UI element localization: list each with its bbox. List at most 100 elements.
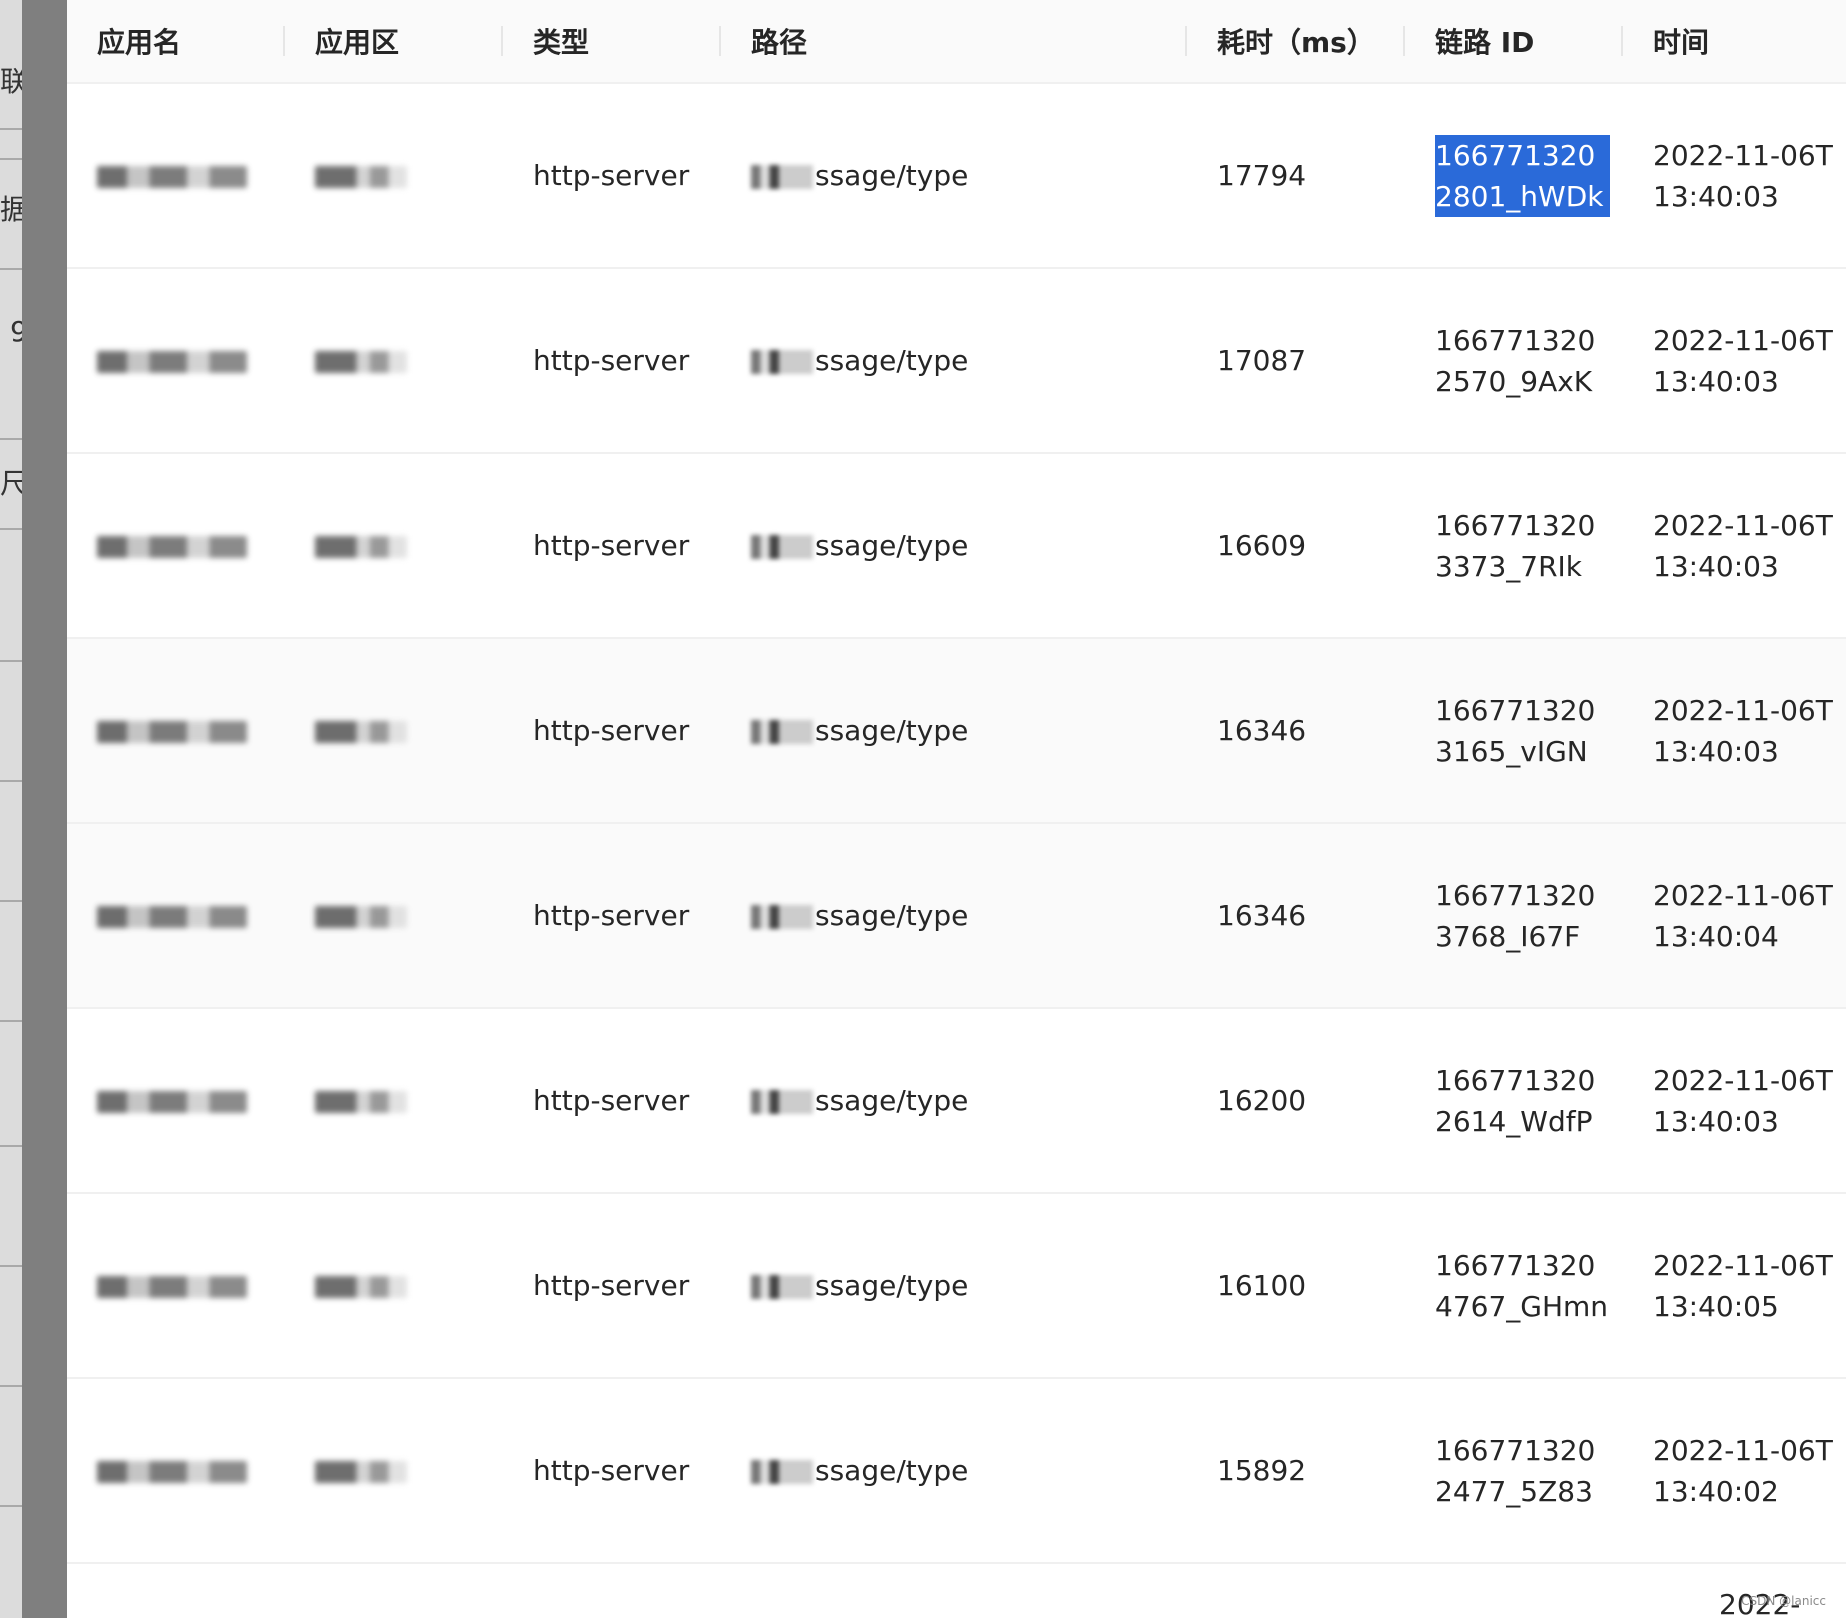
trace-list-drawer: 应用名 应用区 类型 路径 耗时（ms） 链路 ID 时间 http-serve… [67,0,1846,1618]
watermark: CSDN @lanicc [1741,1594,1826,1608]
table-row[interactable]: http-server ssage/type 16100 16677132047… [67,1193,1846,1379]
background-text: 尺 [0,467,22,500]
redacted-path-prefix [751,350,813,374]
divider [0,900,22,902]
duration-cell: 17087 [1187,268,1405,454]
table-row[interactable]: http-server ssage/type 16346 16677132031… [67,638,1846,824]
redacted-app-zone [315,1276,407,1298]
column-header-trace-id[interactable]: 链路 ID [1405,0,1623,84]
app-zone-cell [285,453,503,639]
type-cell: http-server [503,83,721,269]
trace-table: 应用名 应用区 类型 路径 耗时（ms） 链路 ID 时间 http-serve… [67,0,1846,1564]
type-cell: http-server [503,453,721,639]
redacted-app-name [97,906,247,928]
path-cell: ssage/type [721,268,1187,454]
time-cell: 2022-11-06T13:40:03 [1623,1008,1846,1194]
trace-id-link[interactable]: 1667713202570_9AxK [1435,320,1610,402]
redacted-app-zone [315,1091,407,1113]
duration-cell: 16346 [1187,823,1405,1009]
time-cell: 2022-11-06T13:40:03 [1623,638,1846,824]
app-name-cell [67,268,285,454]
trace-id-link[interactable]: 1667713202614_WdfP [1435,1060,1610,1142]
redacted-app-name [97,721,247,743]
path-cell: ssage/type [721,1193,1187,1379]
redacted-path-prefix [751,1275,813,1299]
redacted-path-prefix [751,720,813,744]
redacted-app-name [97,1461,247,1483]
type-cell: http-server [503,1378,721,1564]
app-name-cell [67,823,285,1009]
app-name-cell [67,638,285,824]
time-cell: 2022-11-06T13:40:03 [1623,453,1846,639]
divider [0,438,22,440]
app-name-cell [67,1378,285,1564]
app-zone-cell [285,823,503,1009]
app-zone-cell [285,83,503,269]
redacted-path-prefix [751,905,813,929]
app-name-cell [67,83,285,269]
duration-cell: 17794 [1187,83,1405,269]
column-header-duration[interactable]: 耗时（ms） [1187,0,1405,84]
redacted-path-prefix [751,165,813,189]
trace-id-link[interactable]: 1667713203768_I67F [1435,875,1610,957]
divider [0,1020,22,1022]
trace-id-link[interactable]: 1667713202477_5Z83 [1435,1430,1610,1512]
column-header-type[interactable]: 类型 [503,0,721,84]
path-cell: ssage/type [721,823,1187,1009]
table-row[interactable]: http-server ssage/type 16346 16677132037… [67,823,1846,1009]
duration-cell: 16609 [1187,453,1405,639]
trace-id-link[interactable]: 1667713203165_vIGN [1435,690,1610,772]
path-cell: ssage/type [721,1378,1187,1564]
divider [0,528,22,530]
time-cell: 2022-11-06T13:40:02 [1623,1378,1846,1564]
app-zone-cell [285,638,503,824]
app-zone-cell [285,268,503,454]
type-cell: http-server [503,1008,721,1194]
redacted-app-name [97,351,247,373]
duration-cell: 15892 [1187,1378,1405,1564]
trace-id-link[interactable]: 1667713204767_GHmn [1435,1245,1610,1327]
path-cell: ssage/type [721,1008,1187,1194]
table-row[interactable]: http-server ssage/type 17794 16677132028… [67,83,1846,269]
table-row[interactable]: http-server ssage/type 16200 16677132026… [67,1008,1846,1194]
background-text: 联 [0,65,22,98]
table-row[interactable]: http-server ssage/type 15892 16677132024… [67,1378,1846,1564]
app-name-cell [67,1193,285,1379]
table-row[interactable]: http-server ssage/type 16609 16677132033… [67,453,1846,639]
column-header-app-name[interactable]: 应用名 [67,0,285,84]
column-header-time[interactable]: 时间 [1623,0,1846,84]
trace-id-link[interactable]: 1667713203373_7RIk [1435,505,1610,587]
type-cell: http-server [503,638,721,824]
redacted-path-prefix [751,535,813,559]
redacted-app-name [97,1276,247,1298]
redacted-app-zone [315,536,407,558]
time-cell: 2022-11-06T13:40:03 [1623,268,1846,454]
trace-id-cell[interactable]: 1667713202614_WdfP [1405,1008,1623,1194]
redacted-app-name [97,166,247,188]
time-cell: 2022-11-06T13:40:05 [1623,1193,1846,1379]
trace-id-cell[interactable]: 1667713204767_GHmn [1405,1193,1623,1379]
divider [0,128,22,130]
column-header-app-zone[interactable]: 应用区 [285,0,503,84]
redacted-path-prefix [751,1460,813,1484]
trace-id-cell[interactable]: 1667713203373_7RIk [1405,453,1623,639]
divider [0,1265,22,1267]
redacted-app-zone [315,1461,407,1483]
redacted-app-name [97,1091,247,1113]
background-text: 据 [0,193,22,226]
path-cell: ssage/type [721,453,1187,639]
divider [0,1505,22,1507]
table-row[interactable]: http-server ssage/type 17087 16677132025… [67,268,1846,454]
app-name-cell [67,1008,285,1194]
trace-id-cell[interactable]: 1667713202801_hWDk [1405,83,1623,269]
trace-id-cell[interactable]: 1667713203768_I67F [1405,823,1623,1009]
trace-id-cell[interactable]: 1667713203165_vIGN [1405,638,1623,824]
path-cell: ssage/type [721,83,1187,269]
path-cell: ssage/type [721,638,1187,824]
column-header-path[interactable]: 路径 [721,0,1187,84]
trace-id-link[interactable]: 1667713202801_hWDk [1435,134,1610,217]
trace-id-cell[interactable]: 1667713202477_5Z83 [1405,1378,1623,1564]
trace-id-cell[interactable]: 1667713202570_9AxK [1405,268,1623,454]
redacted-path-prefix [751,1090,813,1114]
divider [0,268,22,270]
